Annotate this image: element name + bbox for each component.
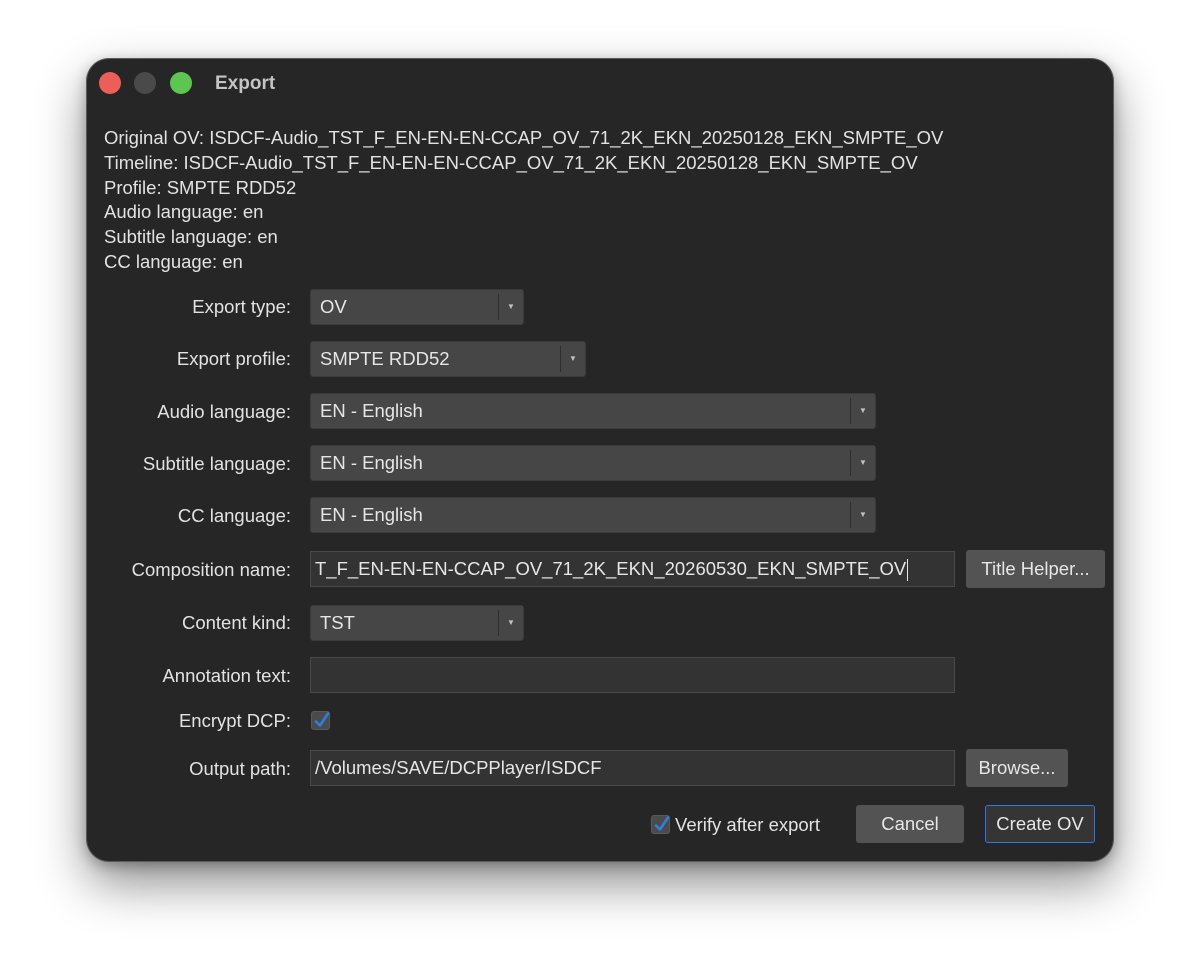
cancel-button[interactable]: Cancel [856, 805, 964, 843]
composition-name-value: T_F_EN-EN-EN-CCAP_OV_71_2K_EKN_20260530_… [315, 558, 907, 579]
zoom-window-button[interactable] [170, 72, 192, 94]
composition-name-label: Composition name: [131, 559, 291, 580]
title-helper-button[interactable]: Title Helper... [966, 550, 1105, 588]
export-type-label: Export type: [192, 296, 291, 317]
chevron-down-icon: ▼ [859, 458, 867, 467]
text-caret [907, 559, 909, 582]
create-ov-button[interactable]: Create OV [985, 805, 1095, 843]
content-kind-label: Content kind: [181, 612, 291, 633]
info-cc-language: CC language: en [104, 250, 243, 272]
export-type-select[interactable]: OV ▼ [310, 289, 524, 325]
output-path-label: Output path: [189, 758, 291, 779]
export-profile-select[interactable]: SMPTE RDD52 ▼ [310, 341, 586, 377]
annotation-text-input[interactable] [310, 657, 955, 693]
minimize-window-button[interactable] [134, 72, 156, 94]
chevron-down-icon: ▼ [507, 302, 515, 311]
content-kind-select[interactable]: TST ▼ [310, 605, 524, 641]
audio-language-value: EN - English [320, 400, 423, 421]
audio-language-select[interactable]: EN - English ▼ [310, 393, 876, 429]
export-profile-value: SMPTE RDD52 [320, 348, 450, 369]
composition-name-input[interactable]: T_F_EN-EN-EN-CCAP_OV_71_2K_EKN_20260530_… [310, 551, 955, 587]
info-timeline: Timeline: ISDCF-Audio_TST_F_EN-EN-EN-CCA… [104, 151, 918, 173]
annotation-text-label: Annotation text: [162, 665, 291, 686]
subtitle-language-select[interactable]: EN - English ▼ [310, 445, 876, 481]
info-summary: Original OV: ISDCF-Audio_TST_F_EN-EN-EN-… [104, 126, 943, 275]
chevron-down-icon: ▼ [859, 406, 867, 415]
info-profile: Profile: SMPTE RDD52 [104, 176, 297, 198]
browse-button[interactable]: Browse... [966, 749, 1068, 787]
audio-language-label: Audio language: [157, 401, 291, 422]
chevron-down-icon: ▼ [859, 510, 867, 519]
encrypt-dcp-checkbox[interactable] [311, 711, 330, 730]
encrypt-dcp-label: Encrypt DCP: [178, 710, 291, 731]
info-audio-language: Audio language: en [104, 201, 264, 223]
checkmark-icon [314, 712, 330, 727]
info-original-ov: Original OV: ISDCF-Audio_TST_F_EN-EN-EN-… [104, 127, 944, 148]
window-title: Export [215, 73, 276, 94]
export-dialog: Export Original OV: ISDCF-Audio_TST_F_EN… [87, 59, 1113, 861]
subtitle-language-label: Subtitle language: [142, 453, 291, 474]
chevron-down-icon: ▼ [569, 354, 577, 363]
cc-language-label: CC language: [177, 505, 291, 526]
close-window-button[interactable] [99, 72, 121, 94]
info-subtitle-language: Subtitle language: en [104, 226, 278, 248]
cc-language-select[interactable]: EN - English ▼ [310, 497, 876, 533]
verify-after-export-label[interactable]: Verify after export [675, 813, 820, 837]
cc-language-value: EN - English [320, 504, 423, 525]
chevron-down-icon: ▼ [507, 618, 515, 627]
checkmark-icon [654, 816, 670, 831]
output-path-value: /Volumes/SAVE/DCPPlayer/ISDCF [315, 757, 602, 778]
content-kind-value: TST [320, 612, 355, 633]
subtitle-language-value: EN - English [320, 452, 423, 473]
export-profile-label: Export profile: [176, 348, 291, 369]
export-type-value: OV [320, 296, 347, 317]
verify-after-export-checkbox[interactable] [651, 815, 670, 834]
output-path-input[interactable]: /Volumes/SAVE/DCPPlayer/ISDCF [310, 750, 955, 786]
